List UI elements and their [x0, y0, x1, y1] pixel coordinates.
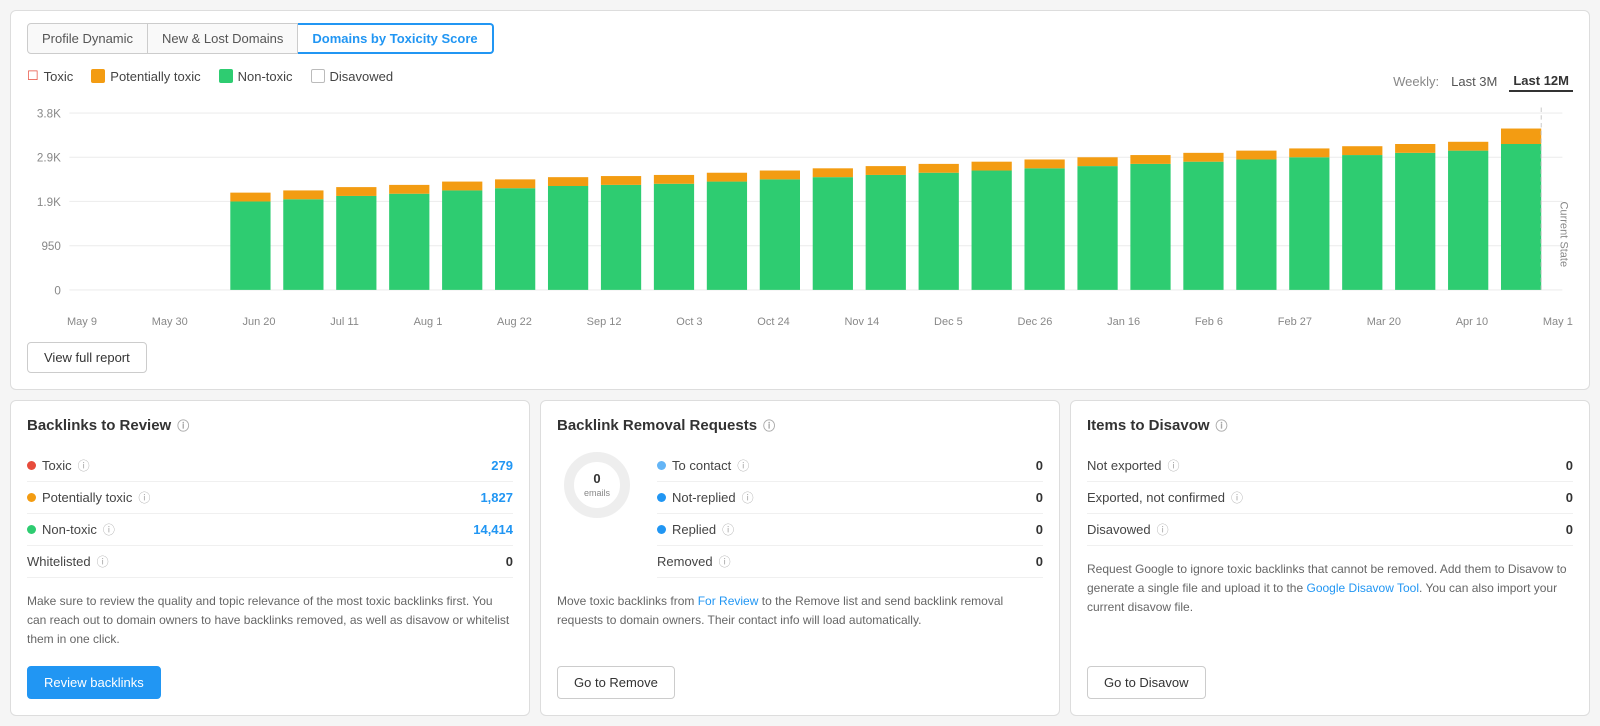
to-contact-row: To contact ⓘ 0: [657, 450, 1043, 482]
svg-text:1.9K: 1.9K: [37, 195, 61, 209]
to-contact-value: 0: [1036, 458, 1043, 473]
not-exported-row: Not exported ⓘ 0: [1087, 450, 1573, 482]
disavowed-row: Disavowed ⓘ 0: [1087, 514, 1573, 546]
disavowed-info[interactable]: ⓘ: [1157, 521, 1169, 538]
exported-not-confirmed-row: Exported, not confirmed ⓘ 0: [1087, 482, 1573, 514]
backlinks-description: Make sure to review the quality and topi…: [27, 592, 513, 650]
removal-info-icon[interactable]: ⓘ: [763, 417, 775, 434]
removed-row: Removed ⓘ 0: [657, 546, 1043, 578]
legend-toxic[interactable]: ☐ Toxic: [27, 68, 73, 84]
potentially-info[interactable]: ⓘ: [138, 489, 150, 506]
to-contact-dot: [657, 461, 666, 470]
for-review-link[interactable]: For Review: [698, 594, 759, 608]
tab-domains-by-toxicity[interactable]: Domains by Toxicity Score: [298, 23, 493, 54]
legend-disavowed[interactable]: Disavowed: [311, 69, 394, 84]
toxic-info[interactable]: ⓘ: [78, 457, 90, 474]
donut-wrap: 0 emails: [557, 450, 637, 520]
x-axis-labels: May 9 May 30 Jun 20 Jul 11 Aug 1 Aug 22 …: [27, 312, 1573, 328]
not-replied-info[interactable]: ⓘ: [742, 489, 754, 506]
tab-profile-dynamic[interactable]: Profile Dynamic: [27, 23, 148, 54]
time-btn-12m[interactable]: Last 12M: [1509, 71, 1573, 92]
potentially-value: 1,827: [480, 490, 513, 505]
backlinks-info-icon[interactable]: ⓘ: [177, 417, 189, 434]
donut-chart: 0 emails: [562, 450, 632, 520]
not-exported-value: 0: [1566, 458, 1573, 473]
nontoxic-value: 14,414: [473, 522, 513, 537]
disavow-description: Request Google to ignore toxic backlinks…: [1087, 560, 1573, 650]
google-disavow-link[interactable]: Google Disavow Tool: [1307, 581, 1420, 595]
backlinks-card-title: Backlinks to Review ⓘ: [27, 417, 513, 434]
time-label: Weekly:: [1393, 74, 1439, 89]
svg-text:3.8K: 3.8K: [37, 106, 61, 120]
svg-text:0: 0: [593, 471, 600, 486]
tab-new-lost-domains[interactable]: New & Lost Domains: [148, 23, 298, 54]
whitelisted-stat-row: Whitelisted ⓘ 0: [27, 546, 513, 578]
svg-text:950: 950: [41, 239, 61, 253]
not-replied-value: 0: [1036, 490, 1043, 505]
toxic-value: 279: [491, 458, 513, 473]
toxic-dot: [27, 461, 36, 470]
svg-text:0: 0: [54, 283, 61, 297]
go-to-remove-button[interactable]: Go to Remove: [557, 666, 675, 699]
nontoxic-dot: [27, 525, 36, 534]
disavow-card-title: Items to Disavow ⓘ: [1087, 417, 1573, 434]
time-btn-3m[interactable]: Last 3M: [1447, 72, 1501, 91]
removed-info[interactable]: ⓘ: [719, 553, 731, 570]
disavowed-value: 0: [1566, 522, 1573, 537]
chart-legend: ☐ Toxic Potentially toxic Non-toxic Disa…: [27, 68, 393, 84]
potentially-dot: [27, 493, 36, 502]
legend-potentially-toxic[interactable]: Potentially toxic: [91, 69, 200, 84]
replied-row: Replied ⓘ 0: [657, 514, 1043, 546]
chart-container: 3.8K 2.9K 1.9K 950 0: [27, 102, 1573, 312]
exported-not-confirmed-info[interactable]: ⓘ: [1231, 489, 1243, 506]
not-replied-dot: [657, 493, 666, 502]
review-backlinks-button[interactable]: Review backlinks: [27, 666, 161, 699]
removal-body: 0 emails To contact ⓘ 0: [557, 450, 1043, 578]
backlink-removal-card: Backlink Removal Requests ⓘ 0 emails: [540, 400, 1060, 716]
svg-text:Current State: Current State: [1557, 201, 1569, 267]
replied-dot: [657, 525, 666, 534]
replied-value: 0: [1036, 522, 1043, 537]
items-to-disavow-card: Items to Disavow ⓘ Not exported ⓘ 0 Expo…: [1070, 400, 1590, 716]
removal-stats: To contact ⓘ 0 Not-replied ⓘ 0: [657, 450, 1043, 578]
nontoxic-stat-row: Non-toxic ⓘ 14,414: [27, 514, 513, 546]
tab-bar: Profile Dynamic New & Lost Domains Domai…: [27, 23, 1573, 54]
not-exported-info[interactable]: ⓘ: [1167, 457, 1179, 474]
nontoxic-info[interactable]: ⓘ: [103, 521, 115, 538]
svg-text:emails: emails: [584, 488, 611, 498]
go-to-disavow-button[interactable]: Go to Disavow: [1087, 666, 1206, 699]
legend-nontoxic[interactable]: Non-toxic: [219, 69, 293, 84]
potentially-toxic-stat-row: Potentially toxic ⓘ 1,827: [27, 482, 513, 514]
exported-not-confirmed-value: 0: [1566, 490, 1573, 505]
not-replied-row: Not-replied ⓘ 0: [657, 482, 1043, 514]
cards-section: Backlinks to Review ⓘ Toxic ⓘ 279 Potent…: [10, 400, 1590, 716]
svg-text:2.9K: 2.9K: [37, 150, 61, 164]
disavow-info-icon[interactable]: ⓘ: [1216, 417, 1228, 434]
replied-info[interactable]: ⓘ: [722, 521, 734, 538]
removed-value: 0: [1036, 554, 1043, 569]
whitelisted-info[interactable]: ⓘ: [97, 553, 109, 570]
removal-card-title: Backlink Removal Requests ⓘ: [557, 417, 1043, 434]
view-full-report-button[interactable]: View full report: [27, 342, 147, 373]
backlinks-to-review-card: Backlinks to Review ⓘ Toxic ⓘ 279 Potent…: [10, 400, 530, 716]
toxic-stat-row: Toxic ⓘ 279: [27, 450, 513, 482]
to-contact-info[interactable]: ⓘ: [737, 457, 749, 474]
bar-chart: 3.8K 2.9K 1.9K 950 0: [27, 102, 1573, 312]
removal-description: Move toxic backlinks from For Review to …: [557, 592, 1043, 650]
whitelisted-value: 0: [506, 554, 513, 569]
